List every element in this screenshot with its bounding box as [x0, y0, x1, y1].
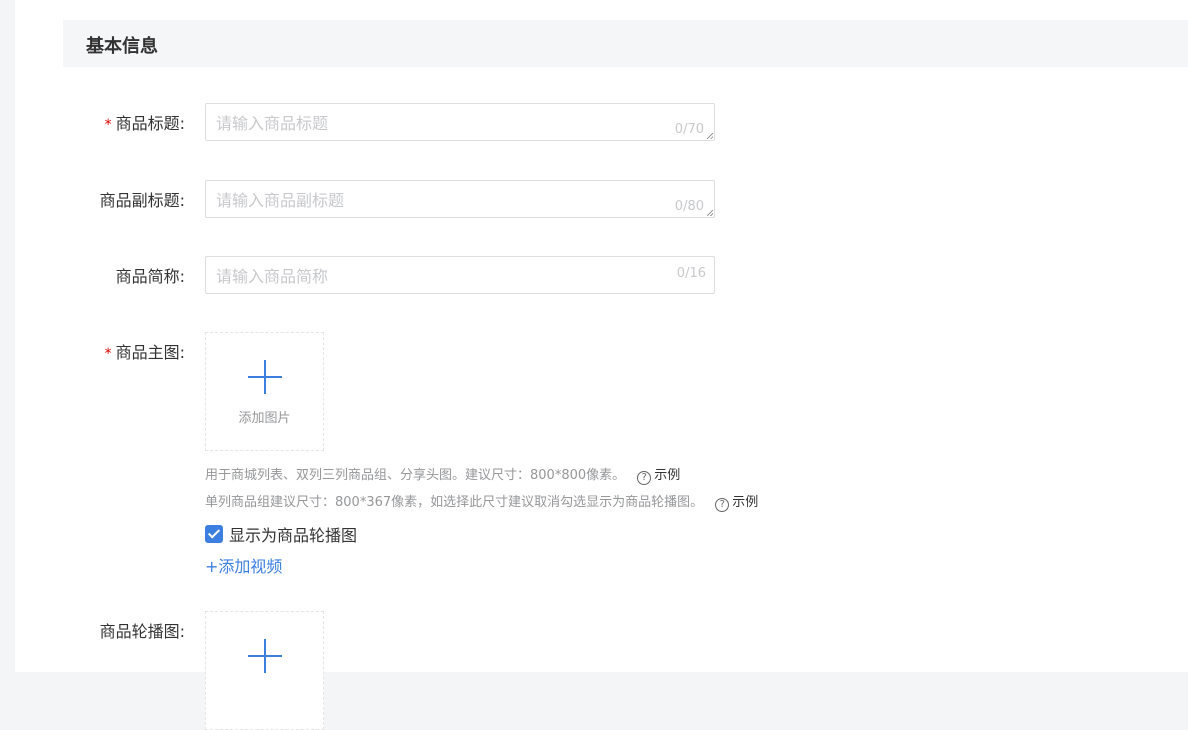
short-name-input[interactable]: 请输入商品简称 0/16 [205, 256, 715, 294]
title-input[interactable]: 请输入商品标题 0/70 [205, 103, 715, 141]
subtitle-label: 商品副标题: [99, 191, 185, 210]
section-title: 基本信息 [86, 36, 158, 57]
title-placeholder: 请输入商品标题 [216, 114, 329, 133]
plus-icon [248, 639, 282, 673]
subtitle-char-count: 0/80 [674, 199, 704, 214]
main-image-hint-1: 用于商城列表、双列三列商品组、分享头图。建议尺寸：800*800像素。 ? 示例 [205, 468, 681, 485]
title-label: * 商品标题: [104, 114, 185, 133]
required-mark: * [104, 346, 112, 362]
show-as-carousel-checkbox-row[interactable]: 显示为商品轮播图 [205, 522, 357, 546]
main-image-label: * 商品主图: [104, 343, 185, 362]
upload-text: 添加图片 [238, 411, 291, 426]
subtitle-input[interactable]: 请输入商品副标题 0/80 [205, 180, 715, 218]
plus-icon [248, 360, 282, 394]
required-mark: * [104, 117, 112, 133]
carousel-image-uploader[interactable] [205, 611, 324, 730]
short-name-label: 商品简称: [115, 267, 185, 286]
main-image-hint-2: 单列商品组建议尺寸：800*367像素，如选择此尺寸建议取消勾选显示为商品轮播图… [205, 495, 759, 512]
title-char-count: 0/70 [674, 122, 704, 137]
short-name-char-count: 0/16 [676, 266, 706, 281]
add-video-link[interactable]: +添加视频 [205, 553, 282, 577]
example-link[interactable]: ? 示例 [715, 495, 758, 512]
question-circle-icon: ? [715, 498, 730, 512]
subtitle-placeholder: 请输入商品副标题 [216, 191, 345, 210]
resize-handle-icon[interactable] [707, 133, 713, 139]
question-circle-icon: ? [637, 471, 652, 485]
short-name-placeholder: 请输入商品简称 [216, 267, 329, 286]
check-icon[interactable] [205, 525, 223, 543]
form-page: 基本信息 * 商品标题: 请输入商品标题 0/70 商品副标题: 请输入商品副标题… [15, 0, 1188, 730]
example-link[interactable]: ? 示例 [637, 468, 680, 485]
show-as-carousel-label[interactable]: 显示为商品轮播图 [229, 522, 357, 546]
carousel-label: 商品轮播图: [99, 622, 185, 641]
main-image-uploader[interactable]: 添加图片 [205, 332, 324, 451]
resize-handle-icon[interactable] [707, 210, 713, 216]
section-header: 基本信息 [63, 20, 1188, 67]
